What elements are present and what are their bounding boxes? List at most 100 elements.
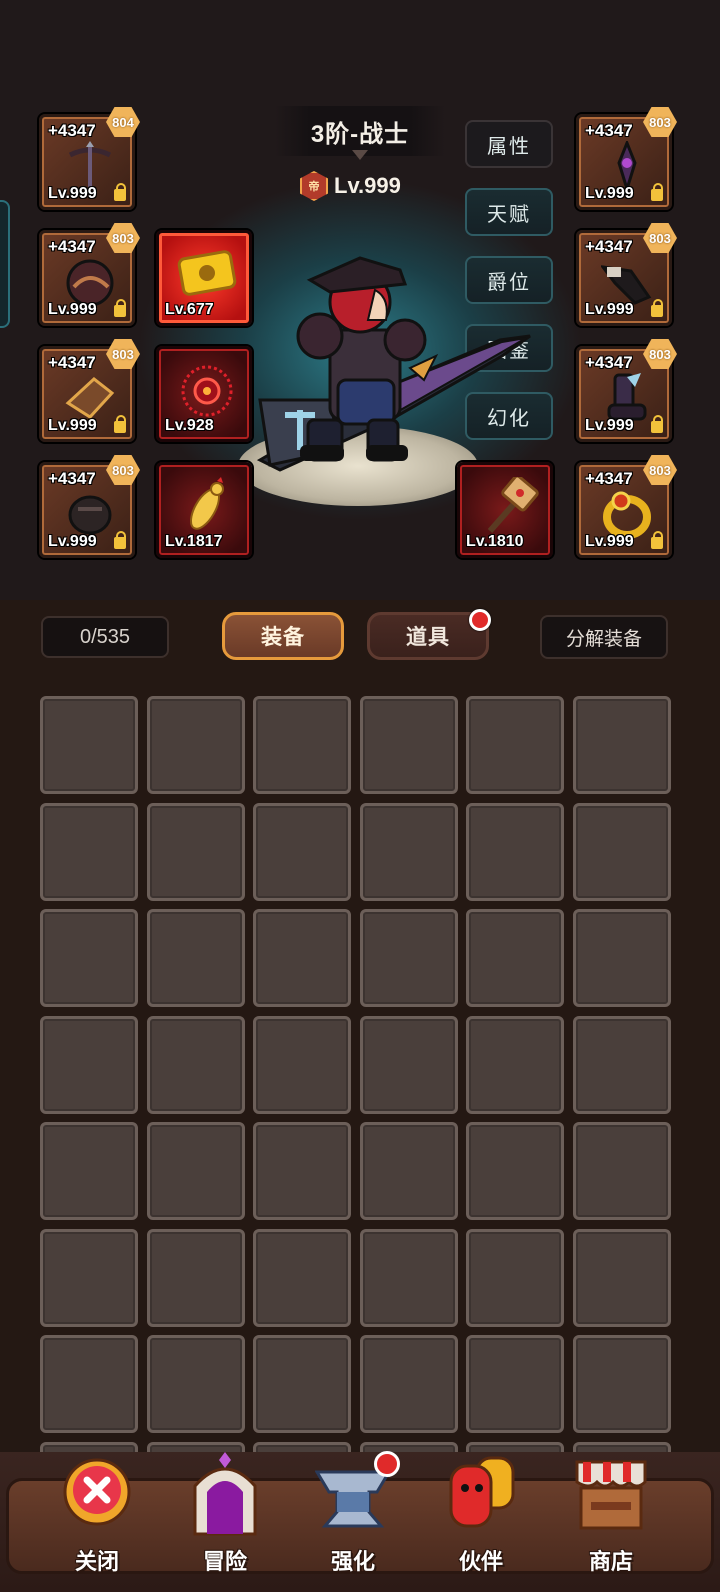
inventory-slot[interactable] (253, 1122, 351, 1220)
helmet-icon (66, 259, 114, 307)
close-icon (63, 1458, 131, 1526)
inventory-slot[interactable] (466, 1442, 564, 1452)
decompose-equipment-button[interactable]: 分解装备 (540, 615, 668, 659)
nav-close-button[interactable]: 关闭 (42, 1452, 152, 1582)
inventory-slot[interactable] (147, 803, 245, 901)
equip-slot-gloves[interactable]: +4347 803 Lv.999 (39, 455, 140, 558)
inventory-slot[interactable] (573, 1442, 671, 1452)
inventory-grid (40, 696, 672, 1452)
equip-slot-helmet[interactable]: +4347 803 Lv.999 (39, 223, 140, 326)
side-drawer-handle[interactable] (0, 200, 10, 328)
inventory-slot[interactable] (466, 803, 564, 901)
lock-icon (114, 415, 126, 433)
inventory-slot[interactable] (40, 1016, 138, 1114)
attributes-button[interactable]: 属性 (465, 120, 553, 168)
inventory-slot[interactable] (466, 1229, 564, 1327)
inventory-slot[interactable] (253, 1442, 351, 1452)
hammer-icon (487, 477, 539, 533)
rank-badge-icon: 帝 (300, 171, 328, 201)
lock-icon (114, 299, 126, 317)
equip-slot-amulet[interactable]: +4347 803 Lv.999 (576, 107, 677, 210)
special-slot-sigil[interactable]: Lv.928 (156, 346, 252, 442)
inventory-slot[interactable] (573, 1335, 671, 1433)
inventory-slot[interactable] (466, 1122, 564, 1220)
inventory-slot[interactable] (253, 1335, 351, 1433)
talent-button-label: 天赋 (487, 203, 531, 226)
inventory-slot[interactable] (360, 696, 458, 794)
special-slot-chicken[interactable]: Lv.1817 (156, 462, 252, 558)
inventory-slot[interactable] (253, 696, 351, 794)
chicken-icon (190, 477, 224, 530)
enhance-bonus: +4347 (585, 121, 633, 140)
inventory-slot[interactable] (573, 696, 671, 794)
hero-class-title: 3阶-战士 (310, 120, 410, 148)
inventory-slot[interactable] (147, 1122, 245, 1220)
inventory-slot[interactable] (360, 1335, 458, 1433)
equip-slot-weapon[interactable]: +4347 804 Lv.999 (39, 107, 140, 210)
inventory-slot[interactable] (573, 1016, 671, 1114)
inventory-slot[interactable] (147, 1442, 245, 1452)
inventory-slot[interactable] (573, 1229, 671, 1327)
bracer-icon (601, 265, 652, 305)
crimson-sigil-icon (181, 365, 233, 417)
inventory-slot[interactable] (253, 1229, 351, 1327)
inventory-slot[interactable] (147, 1229, 245, 1327)
equip-slot-boots[interactable]: +4347 803 Lv.999 (576, 339, 677, 442)
inventory-slot[interactable] (147, 909, 245, 1007)
inventory-slot[interactable] (573, 803, 671, 901)
item-level: Lv.999 (48, 533, 97, 550)
inventory-slot[interactable] (573, 1122, 671, 1220)
tier-badge-value: 803 (112, 462, 134, 478)
inventory-slot[interactable] (466, 909, 564, 1007)
inventory-slot[interactable] (40, 909, 138, 1007)
special-slot-ticket[interactable]: Lv.677 (156, 230, 252, 326)
rank-badge-label: 帝 (308, 181, 320, 193)
inventory-slot[interactable] (253, 803, 351, 901)
tab-equipment[interactable]: 装备 (222, 612, 344, 660)
inventory-slot[interactable] (40, 1335, 138, 1433)
nav-adventure-button[interactable]: 冒险 (170, 1452, 280, 1582)
tier-badge-value: 803 (649, 462, 671, 478)
item-level: Lv.999 (585, 301, 634, 318)
special-slot-hammer[interactable]: Lv.1810 (457, 462, 553, 558)
inventory-slot[interactable] (466, 696, 564, 794)
talent-button[interactable]: 天赋 (465, 188, 553, 236)
equip-slot-shoulder[interactable]: +4347 803 Lv.999 (39, 339, 140, 442)
inventory-slot[interactable] (40, 803, 138, 901)
item-level: Lv.928 (165, 417, 214, 434)
nav-shop-button[interactable]: 商店 (556, 1452, 666, 1582)
inventory-slot[interactable] (40, 1122, 138, 1220)
inventory-slot[interactable] (360, 1016, 458, 1114)
gold-ticket-icon (177, 250, 237, 296)
enhance-bonus: +4347 (48, 121, 96, 140)
inventory-slot[interactable] (40, 1442, 138, 1452)
inventory-slot[interactable] (360, 1229, 458, 1327)
equip-slot-ring[interactable]: +4347 803 Lv.999 (576, 455, 677, 558)
notification-dot (469, 609, 491, 631)
inventory-slot[interactable] (360, 803, 458, 901)
nav-adventure-label: 冒险 (202, 1549, 247, 1574)
inventory-slot[interactable] (40, 696, 138, 794)
inventory-slot[interactable] (360, 909, 458, 1007)
inventory-slot[interactable] (466, 1335, 564, 1433)
inventory-slot[interactable] (360, 1122, 458, 1220)
attributes-button-label: 属性 (487, 135, 531, 158)
nav-partner-button[interactable]: 伙伴 (426, 1452, 536, 1582)
equip-slot-bracer[interactable]: +4347 803 Lv.999 (576, 223, 677, 326)
inventory-slot[interactable] (253, 909, 351, 1007)
inventory-slot[interactable] (147, 1335, 245, 1433)
enhance-bonus: +4347 (48, 237, 96, 256)
hero-level: Lv.999 (334, 173, 401, 198)
inventory-slot[interactable] (466, 1016, 564, 1114)
lock-icon (651, 299, 663, 317)
inventory-slot[interactable] (147, 696, 245, 794)
decompose-button-label: 分解装备 (565, 628, 642, 650)
warrior-hero-figure (256, 256, 531, 472)
inventory-slot[interactable] (360, 1442, 458, 1452)
inventory-slot[interactable] (147, 1016, 245, 1114)
tab-items-label: 道具 (406, 626, 450, 649)
inventory-slot[interactable] (253, 1016, 351, 1114)
item-level: Lv.999 (48, 301, 97, 318)
inventory-slot[interactable] (573, 909, 671, 1007)
inventory-slot[interactable] (40, 1229, 138, 1327)
